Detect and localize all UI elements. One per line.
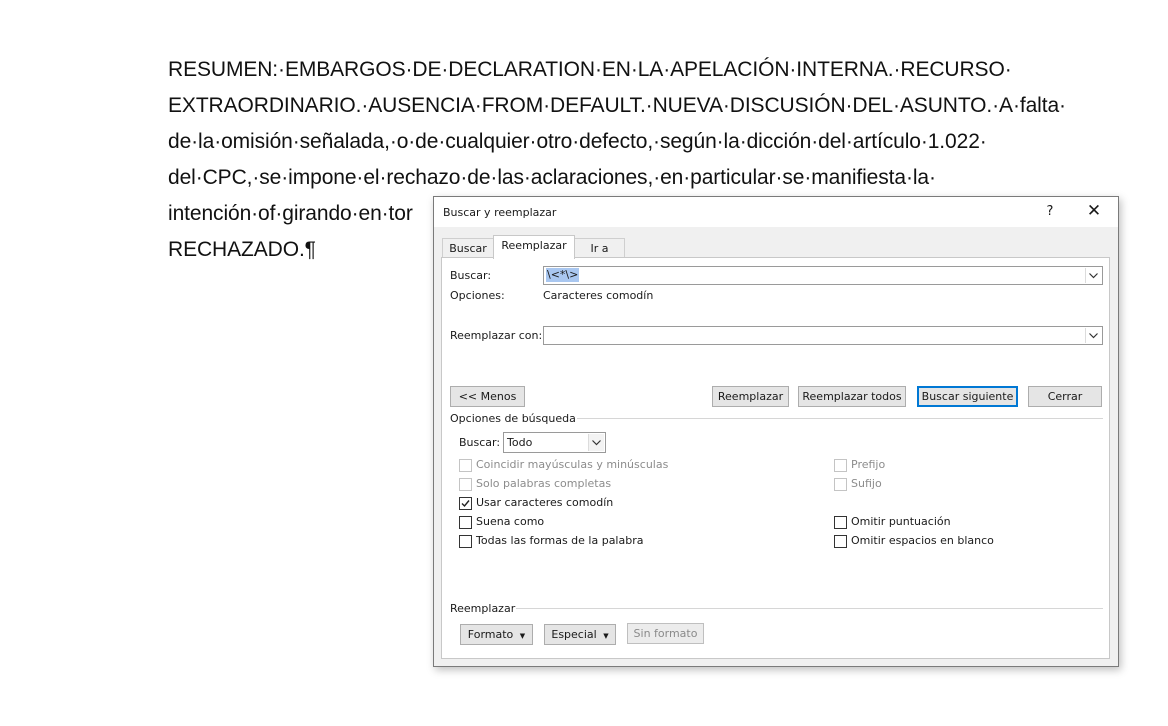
replace-button[interactable]: Reemplazar	[712, 386, 789, 407]
checkbox-box[interactable]	[459, 516, 472, 529]
checkbox-label: Omitir puntuación	[851, 515, 951, 528]
checkbox-label: Suena como	[476, 515, 545, 528]
doc-line-5: intención·of·girando·en·tor	[168, 202, 413, 225]
checkbox-label: Usar caracteres comodín	[476, 496, 614, 509]
replace-label: Reemplazar con:	[450, 329, 543, 342]
doc-line-4: del·CPC,·se·impone·el·rechazo·de·las·acl…	[168, 166, 936, 189]
tab-ir-a[interactable]: Ir a	[574, 238, 625, 258]
search-direction-label: Buscar:	[459, 436, 501, 449]
find-input[interactable]: \<*\>	[543, 266, 1103, 285]
format-button-label: Formato	[467, 628, 514, 641]
find-label: Buscar:	[450, 269, 492, 282]
dialog-title: Buscar y reemplazar	[443, 206, 557, 219]
doc-line-1: RESUMEN:·EMBARGOS·DE·DECLARATION·EN·LA·A…	[168, 58, 1012, 81]
options-value: Caracteres comodín	[543, 289, 654, 302]
checkmark-icon[interactable]	[459, 497, 472, 510]
checkbox-label: Omitir espacios en blanco	[851, 534, 994, 547]
section-divider	[577, 418, 1103, 419]
find-value: \<*\>	[546, 268, 580, 282]
special-button-label: Especial	[551, 628, 597, 641]
chevron-down-icon[interactable]	[1085, 328, 1101, 343]
checkbox-label: Todas las formas de la palabra	[476, 534, 644, 547]
replace-panel: Buscar: \<*\> Opciones: Caracteres comod…	[441, 257, 1110, 659]
less-button[interactable]: << Menos	[450, 386, 525, 407]
replace-input[interactable]	[543, 326, 1103, 345]
find-next-button[interactable]: Buscar siguiente	[917, 386, 1018, 407]
search-direction-select[interactable]: Todo	[503, 432, 606, 453]
replace-section-heading: Reemplazar	[450, 602, 516, 615]
dialog-titlebar[interactable]: Buscar y reemplazar ? ✕	[434, 197, 1118, 227]
checkbox-label: Sufijo	[851, 477, 882, 490]
tab-reemplazar[interactable]: Reemplazar	[493, 235, 575, 259]
close-button[interactable]: Cerrar	[1028, 386, 1102, 407]
checkbox-label: Coincidir mayúsculas y minúsculas	[476, 458, 669, 471]
tab-buscar-label: Buscar	[449, 242, 487, 255]
chevron-down-icon[interactable]	[1085, 268, 1101, 283]
dropdown-arrow-icon: ▼	[519, 632, 526, 640]
options-label: Opciones:	[450, 289, 505, 302]
checkbox-box[interactable]	[834, 516, 847, 529]
tab-reemplazar-label: Reemplazar	[501, 239, 567, 252]
special-button[interactable]: Especial ▼	[544, 624, 616, 645]
find-replace-dialog: Buscar y reemplazar ? ✕ Buscar Reemplaza…	[433, 196, 1119, 667]
tab-ir-a-label: Ir a	[590, 242, 609, 255]
search-direction-value: Todo	[507, 436, 533, 449]
help-button[interactable]: ?	[1042, 204, 1058, 220]
format-button[interactable]: Formato ▼	[460, 624, 533, 645]
checkbox-box[interactable]	[459, 459, 472, 472]
doc-line-6: RECHAZADO.¶	[168, 238, 316, 261]
tab-buscar[interactable]: Buscar	[442, 238, 494, 258]
doc-line-2: EXTRAORDINARIO.·AUSENCIA·FROM·DEFAULT.·N…	[168, 94, 1066, 117]
checkbox-box[interactable]	[834, 478, 847, 491]
doc-line-3: de·la·omisión·señalada,·o·de·cualquier·o…	[168, 130, 987, 153]
search-options-heading: Opciones de búsqueda	[450, 412, 576, 425]
checkbox-box[interactable]	[834, 459, 847, 472]
checkbox-label: Solo palabras completas	[476, 477, 612, 490]
checkbox-label: Prefijo	[851, 458, 886, 471]
close-icon[interactable]: ✕	[1082, 200, 1106, 222]
replace-all-button[interactable]: Reemplazar todos	[798, 386, 906, 407]
checkbox-box[interactable]	[459, 535, 472, 548]
section-divider	[516, 608, 1103, 609]
dropdown-arrow-icon: ▼	[603, 632, 609, 640]
chevron-down-icon[interactable]	[588, 434, 604, 451]
checkbox-box[interactable]	[834, 535, 847, 548]
checkbox-box[interactable]	[459, 478, 472, 491]
no-format-button[interactable]: Sin formato	[627, 623, 704, 644]
